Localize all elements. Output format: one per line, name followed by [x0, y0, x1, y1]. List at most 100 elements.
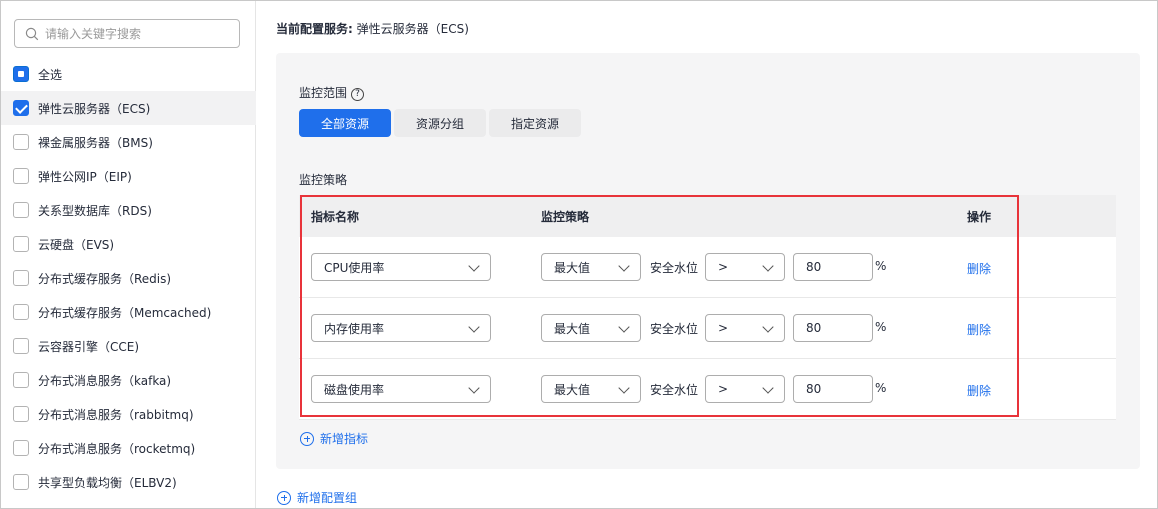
list-item[interactable]: 分布式缓存服务（Memcached) — [1, 295, 256, 329]
item-label: 全选 — [38, 67, 63, 82]
chevron-down-icon — [618, 260, 630, 272]
item-label: 关系型数据库（RDS) — [38, 203, 152, 218]
threshold-input[interactable]: 80 — [793, 314, 873, 342]
checkbox[interactable] — [13, 372, 29, 388]
help-icon[interactable]: ? — [351, 88, 365, 101]
select-all-item[interactable]: 全选 — [1, 57, 256, 91]
metric-select[interactable]: 内存使用率 — [311, 314, 491, 342]
add-metric-button[interactable]: 新增指标 — [300, 430, 368, 447]
delete-link[interactable]: 删除 — [967, 260, 991, 277]
threshold-input[interactable]: 80 — [793, 375, 873, 403]
operator-select[interactable]: > — [705, 375, 785, 403]
threshold-input[interactable]: 80 — [793, 253, 873, 281]
scope-label: 监控范围 — [299, 86, 348, 100]
header-policy: 监控策略 — [541, 209, 590, 224]
threshold-value: 80 — [806, 260, 822, 274]
plus-circle-icon — [300, 431, 314, 446]
operator-select[interactable]: > — [705, 314, 785, 342]
chevron-down-icon — [618, 382, 630, 394]
aggregation-select[interactable]: 最大值 — [541, 375, 641, 403]
aggregation-value: 最大值 — [554, 321, 591, 336]
policy-table: 指标名称 监控策略 操作 CPU使用率 最大值 安全水位 > 80 % 删除 内… — [299, 195, 1116, 420]
list-item[interactable]: 弹性公网IP（EIP) — [1, 159, 256, 193]
checkbox[interactable] — [13, 338, 29, 354]
scope-tabs: 全部资源 资源分组 指定资源 — [299, 109, 584, 137]
item-label: 云容器引擎（CCE) — [38, 339, 140, 354]
item-label: 弹性云服务器（ECS) — [38, 101, 151, 116]
checkbox[interactable] — [13, 474, 29, 490]
checkbox[interactable] — [13, 168, 29, 184]
table-row: CPU使用率 最大值 安全水位 > 80 % 删除 — [299, 237, 1116, 298]
header-metric: 指标名称 — [311, 209, 360, 224]
threshold-label: 安全水位 — [650, 322, 699, 336]
checkbox[interactable] — [13, 134, 29, 150]
config-panel: 监控范围? 全部资源 资源分组 指定资源 监控策略 指标名称 监控策略 操作 C… — [276, 53, 1140, 469]
chevron-down-icon — [468, 382, 480, 394]
header-action: 操作 — [967, 209, 992, 224]
checkbox[interactable] — [13, 440, 29, 456]
tab-resource-groups[interactable]: 资源分组 — [394, 109, 487, 137]
unit-label: % — [875, 320, 887, 334]
metric-value: 内存使用率 — [324, 321, 385, 336]
item-label: 共享型负载均衡（ELBV2) — [38, 475, 177, 490]
config-value: 弹性云服务器（ECS) — [356, 22, 469, 36]
list-item[interactable]: 云容器引擎（CCE) — [1, 329, 256, 363]
chevron-down-icon — [618, 321, 630, 333]
item-label: 分布式缓存服务（Redis) — [38, 271, 172, 286]
table-header: 指标名称 监控策略 操作 — [299, 195, 1116, 237]
list-item[interactable]: 分布式缓存服务（Redis) — [1, 261, 256, 295]
item-label: 分布式消息服务（rocketmq) — [38, 441, 196, 456]
metric-value: 磁盘使用率 — [324, 382, 385, 397]
checkbox[interactable] — [13, 304, 29, 320]
list-item[interactable]: 弹性云服务器（ECS) — [1, 91, 256, 125]
aggregation-value: 最大值 — [554, 260, 591, 275]
chevron-down-icon — [762, 321, 774, 333]
config-title: 当前配置服务: 弹性云服务器（ECS) — [276, 20, 469, 37]
tab-all-resources[interactable]: 全部资源 — [299, 109, 392, 137]
unit-label: % — [875, 381, 887, 395]
operator-select[interactable]: > — [705, 253, 785, 281]
list-item[interactable]: 分布式消息服务（kafka) — [1, 363, 256, 397]
list-item[interactable]: 关系型数据库（RDS) — [1, 193, 256, 227]
list-item[interactable]: 分布式消息服务（rabbitmq) — [1, 397, 256, 431]
chevron-down-icon — [762, 382, 774, 394]
config-label: 当前配置服务: — [276, 22, 353, 36]
search-box[interactable] — [14, 19, 240, 48]
list-item[interactable]: 裸金属服务器（BMS) — [1, 125, 256, 159]
checkbox[interactable] — [13, 236, 29, 252]
delete-link[interactable]: 删除 — [967, 382, 991, 399]
list-item[interactable]: 共享型负载均衡（ELBV2) — [1, 465, 256, 499]
main-content: 当前配置服务: 弹性云服务器（ECS) 监控范围? 全部资源 资源分组 指定资源… — [257, 1, 1156, 508]
unit-label: % — [875, 259, 887, 273]
chevron-down-icon — [762, 260, 774, 272]
add-config-group-label: 新增配置组 — [297, 491, 358, 505]
list-item[interactable]: 分布式消息服务（rocketmq) — [1, 431, 256, 465]
item-label: 分布式消息服务（rabbitmq) — [38, 407, 194, 422]
service-list: 全选 弹性云服务器（ECS) 裸金属服务器（BMS) 弹性公网IP（EIP) 关… — [1, 57, 256, 499]
list-item[interactable]: 云硬盘（EVS) — [1, 227, 256, 261]
metric-value: CPU使用率 — [324, 260, 385, 275]
checkbox[interactable] — [13, 202, 29, 218]
threshold-label: 安全水位 — [650, 261, 699, 275]
threshold-value: 80 — [806, 321, 822, 335]
table-row: 磁盘使用率 最大值 安全水位 > 80 % 删除 — [299, 359, 1116, 420]
item-label: 裸金属服务器（BMS) — [38, 135, 153, 150]
plus-circle-icon — [277, 490, 291, 505]
add-config-group-button[interactable]: 新增配置组 — [277, 489, 357, 506]
metric-select[interactable]: CPU使用率 — [311, 253, 491, 281]
item-label: 分布式消息服务（kafka) — [38, 373, 172, 388]
policy-label: 监控策略 — [299, 173, 348, 187]
delete-link[interactable]: 删除 — [967, 321, 991, 338]
chevron-down-icon — [468, 321, 480, 333]
checkbox[interactable] — [13, 66, 29, 82]
checkbox[interactable] — [13, 406, 29, 422]
item-label: 弹性公网IP（EIP) — [38, 169, 132, 184]
tab-specific-resources[interactable]: 指定资源 — [489, 109, 582, 137]
search-input[interactable] — [45, 26, 225, 41]
threshold-label: 安全水位 — [650, 383, 699, 397]
aggregation-select[interactable]: 最大值 — [541, 253, 641, 281]
checkbox[interactable] — [13, 270, 29, 286]
metric-select[interactable]: 磁盘使用率 — [311, 375, 491, 403]
checkbox[interactable] — [13, 100, 29, 116]
aggregation-select[interactable]: 最大值 — [541, 314, 641, 342]
